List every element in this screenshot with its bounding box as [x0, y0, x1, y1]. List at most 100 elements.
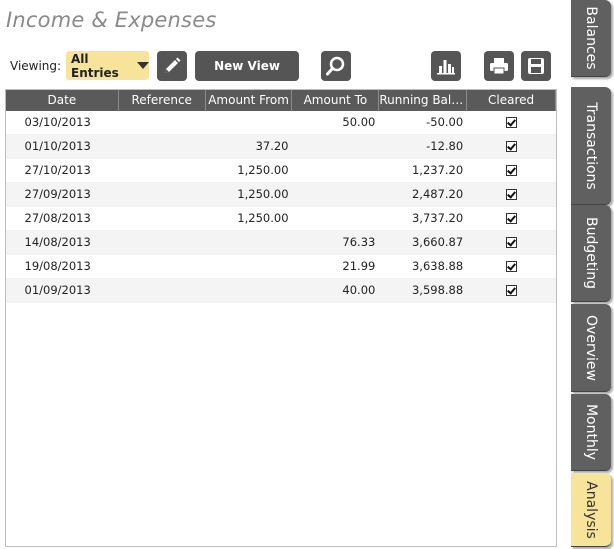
side-tab-bar: Balances Transactions Budgeting Overview Mon…: [571, 0, 614, 549]
view-select-value: All Entries: [71, 51, 119, 80]
cell-date: 27/09/2013: [24, 187, 91, 201]
column-header-amount-to[interactable]: Amount To: [292, 90, 380, 111]
tab-label: Balances: [583, 6, 599, 70]
tab-overview[interactable]: Overview: [571, 304, 611, 392]
viewing-label: Viewing:: [10, 59, 62, 73]
cell-cleared: [467, 135, 556, 158]
table-row[interactable]: 01/09/2013 40.00 3,598.88: [6, 279, 556, 303]
cell-running-balance: 3,638.88: [411, 259, 464, 273]
cell-amount-from: [206, 231, 293, 254]
tab-label: Budgeting: [583, 216, 599, 290]
tab-transactions[interactable]: Transactions: [571, 87, 611, 205]
cell-amount-to: 76.33: [342, 235, 376, 249]
cleared-checkbox[interactable]: [506, 261, 518, 272]
cell-date: 14/08/2013: [24, 235, 91, 249]
table-row[interactable]: 27/08/2013 1,250.00 3,737.20: [6, 207, 556, 231]
save-icon: [528, 58, 544, 74]
cell-reference: [119, 183, 206, 206]
cell-running-balance: 3,660.87: [411, 235, 464, 249]
tab-balances[interactable]: Balances: [571, 0, 611, 77]
main-panel: Income & Expenses Viewing: All Entries N…: [0, 0, 562, 549]
pencil-icon: [165, 57, 181, 73]
cell-date: 19/08/2013: [24, 259, 91, 273]
tab-label: Transactions: [583, 101, 599, 190]
chart-icon: [437, 60, 455, 75]
cleared-checkbox[interactable]: [506, 141, 518, 152]
cell-running-balance: 3,737.20: [411, 211, 464, 225]
table-body: 03/10/2013 50.00 -50.00 01/10/2013 37.20 -12.…: [6, 111, 556, 303]
cell-reference: [119, 255, 206, 278]
cell-amount-from: 1,250.00: [237, 163, 289, 177]
cell-date: 27/10/2013: [24, 163, 91, 177]
cleared-checkbox[interactable]: [506, 165, 518, 176]
cell-amount-from: 1,250.00: [237, 211, 289, 225]
cell-running-balance: -12.80: [426, 139, 464, 153]
cell-date: 01/09/2013: [24, 283, 91, 297]
tab-label: Overview: [583, 314, 599, 381]
chart-button[interactable]: [431, 51, 461, 81]
cell-reference: [119, 279, 206, 302]
cleared-checkbox[interactable]: [506, 213, 518, 224]
chevron-down-icon: [137, 62, 149, 69]
save-button[interactable]: [521, 51, 551, 81]
search-button[interactable]: [321, 51, 351, 81]
cell-date: 03/10/2013: [24, 115, 91, 129]
cell-running-balance: 2,487.20: [411, 187, 464, 201]
tab-budgeting[interactable]: Budgeting: [571, 205, 611, 302]
edit-view-button[interactable]: [157, 51, 187, 81]
cleared-checkbox[interactable]: [506, 189, 518, 200]
tab-label: Analysis: [583, 480, 599, 539]
cell-amount-to: [293, 207, 380, 230]
cell-cleared: [467, 231, 556, 254]
cell-amount-to: [293, 135, 380, 158]
cell-cleared: [467, 255, 556, 278]
cell-amount-to: 40.00: [342, 283, 376, 297]
printer-icon: [490, 58, 508, 75]
print-button[interactable]: [484, 51, 514, 81]
cell-amount-to: 50.00: [342, 115, 376, 129]
cell-cleared: [467, 183, 556, 206]
cell-cleared: [467, 159, 556, 182]
cell-reference: [119, 159, 206, 182]
cell-amount-to: [293, 159, 380, 182]
view-select-dropdown[interactable]: All Entries: [66, 51, 149, 80]
new-view-button[interactable]: New View: [195, 51, 299, 81]
cell-amount-from: [206, 255, 293, 278]
table-row[interactable]: 14/08/2013 76.33 3,660.87: [6, 231, 556, 255]
cell-amount-to: 21.99: [342, 259, 376, 273]
table-row[interactable]: 01/10/2013 37.20 -12.80: [6, 135, 556, 159]
search-icon: [326, 56, 345, 76]
tab-analysis[interactable]: Analysis: [571, 473, 611, 547]
cleared-checkbox[interactable]: [506, 237, 518, 248]
cell-cleared: [467, 279, 556, 302]
cell-amount-from: [206, 279, 293, 302]
column-header-amount-from[interactable]: Amount From: [206, 90, 293, 111]
tab-monthly[interactable]: Monthly: [571, 394, 611, 471]
cell-reference: [119, 111, 206, 134]
cleared-checkbox[interactable]: [506, 285, 518, 296]
table-row[interactable]: 19/08/2013 21.99 3,638.88: [6, 255, 556, 279]
table-header: Date Reference Amount From Amount To Run…: [6, 90, 557, 111]
cell-running-balance: -50.00: [426, 115, 464, 129]
cell-amount-from: [206, 111, 293, 134]
column-header-cleared[interactable]: Cleared: [467, 90, 557, 111]
cell-running-balance: 1,237.20: [411, 163, 464, 177]
cell-reference: [119, 231, 206, 254]
column-header-reference[interactable]: Reference: [119, 90, 206, 111]
cell-date: 01/10/2013: [24, 139, 91, 153]
entries-table: Date Reference Amount From Amount To Run…: [5, 89, 557, 547]
column-header-date[interactable]: Date: [6, 90, 119, 111]
page-title: Income & Expenses: [6, 8, 217, 32]
cell-amount-from: 1,250.00: [237, 187, 289, 201]
table-row[interactable]: 27/09/2013 1,250.00 2,487.20: [6, 183, 556, 207]
cell-reference: [119, 135, 206, 158]
cell-cleared: [467, 111, 556, 134]
column-header-running-balance[interactable]: Running Balan...: [379, 90, 468, 111]
cell-running-balance: 3,598.88: [411, 283, 464, 297]
table-row[interactable]: 03/10/2013 50.00 -50.00: [6, 111, 556, 135]
table-row[interactable]: 27/10/2013 1,250.00 1,237.20: [6, 159, 556, 183]
tab-label: Monthly: [583, 403, 599, 461]
cell-reference: [119, 207, 206, 230]
cleared-checkbox[interactable]: [506, 117, 518, 128]
cell-date: 27/08/2013: [24, 211, 91, 225]
